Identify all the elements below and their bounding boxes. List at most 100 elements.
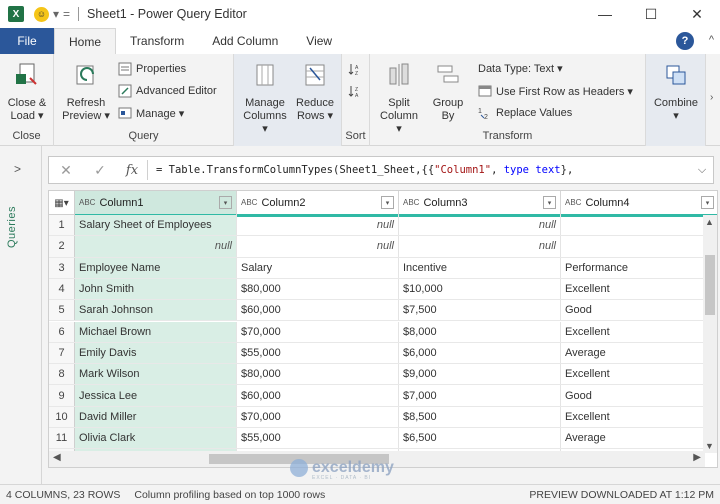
table-cell[interactable]: Excellent [561,407,717,427]
table-cell[interactable]: $60,000 [237,385,399,406]
split-column-button[interactable]: Split Column ▾ [376,60,422,136]
table-cell[interactable]: $6,500 [399,428,561,449]
vertical-scrollbar[interactable]: ▲ ▼ [703,215,717,453]
refresh-preview-button[interactable]: Refresh Preview ▾ [60,60,112,123]
advanced-editor-button[interactable]: Advanced Editor [118,84,217,98]
table-cell[interactable]: $6,000 [399,342,561,364]
filter-dropdown-icon[interactable]: ▾ [543,196,556,209]
table-cell[interactable]: Excellent [561,322,717,342]
vertical-scroll-thumb[interactable] [705,255,715,315]
table-cell[interactable]: $70,000 [237,321,399,342]
table-cell[interactable] [561,215,717,235]
tab-view[interactable]: View [292,28,346,54]
help-icon[interactable]: ? [676,32,694,50]
table-cell[interactable]: $8,000 [399,321,561,342]
reduce-rows-button[interactable]: Reduce Rows ▾ [292,60,338,123]
expand-queries-icon[interactable]: > [14,162,21,176]
table-cell[interactable]: null [399,215,561,236]
table-cell[interactable] [561,236,717,256]
table-cell[interactable]: $80,000 [237,278,399,300]
table-cell[interactable]: Excellent [561,279,717,299]
maximize-button[interactable]: ☐ [628,0,674,28]
minimize-button[interactable]: — [582,0,628,28]
smiley-feedback-icon[interactable]: ☺ [34,6,49,22]
combine-button[interactable]: Combine ▾ [650,60,702,123]
table-cell[interactable]: Emily Davis [75,342,237,364]
table-cell[interactable]: David Miller [75,406,237,427]
table-cell[interactable]: $10,000 [399,278,561,300]
table-cell[interactable]: Salary Sheet of Employees [75,215,237,236]
table-cell[interactable]: Good [561,385,717,405]
use-first-row-headers-button[interactable]: Use First Row as Headers ▾ [478,84,633,98]
table-cell[interactable]: $7,000 [399,385,561,406]
scroll-down-icon[interactable]: ▼ [705,441,714,451]
table-cell[interactable]: Incentive [399,257,561,278]
formula-input[interactable]: = Table.TransformColumnTypes(Sheet1_Shee… [148,164,691,176]
table-cell[interactable]: null [237,236,399,257]
text-type-icon[interactable]: ABC [79,199,95,207]
row-number[interactable]: 11 [49,428,75,449]
table-cell[interactable]: $80,000 [237,364,399,385]
customize-toolbar-icon[interactable]: = [63,7,70,21]
sort-descending-button[interactable]: ZA [348,84,362,98]
table-cell[interactable]: $60,000 [237,300,399,321]
manage-button[interactable]: Manage ▾ [118,106,184,120]
filter-dropdown-icon[interactable]: ▾ [701,196,714,209]
table-cell[interactable]: null [75,236,237,257]
column-header-1[interactable]: ABC Column1 ▾ [75,191,237,217]
properties-button[interactable]: Properties [118,62,186,76]
table-cell[interactable]: Performance [561,258,717,278]
row-number[interactable]: 4 [49,278,75,300]
text-type-icon[interactable]: ABC [403,199,419,207]
row-number[interactable]: 7 [49,342,75,364]
row-number[interactable]: 8 [49,364,75,385]
table-cell[interactable]: Employee Name [75,257,237,278]
table-cell[interactable]: Good [561,300,717,320]
scroll-left-icon[interactable]: ◀ [53,452,61,463]
table-cell[interactable]: Michael Brown [75,321,237,342]
tab-transform[interactable]: Transform [116,28,198,54]
column-header-3[interactable]: ABC Column3 ▾ [399,191,561,217]
table-cell[interactable]: Average [561,428,717,448]
table-cell[interactable]: Salary [237,257,399,278]
filter-dropdown-icon[interactable]: ▾ [381,196,394,209]
undo-dropdown-icon[interactable]: ▾ [53,7,59,21]
close-and-load-button[interactable]: Close & Load ▾ [4,60,50,123]
table-cell[interactable]: Olivia Clark [75,428,237,449]
fx-icon[interactable]: fx [117,163,147,178]
scroll-right-icon[interactable]: ▶ [693,452,701,463]
table-cell[interactable]: null [399,236,561,257]
text-type-icon[interactable]: ABC [241,199,257,207]
table-cell[interactable]: $7,500 [399,300,561,321]
table-cell[interactable]: $8,500 [399,406,561,427]
group-by-button[interactable]: Group By [428,60,468,123]
row-number[interactable]: 10 [49,406,75,427]
row-number[interactable]: 5 [49,300,75,321]
table-cell[interactable]: Excellent [561,364,717,384]
data-type-dropdown[interactable]: Data Type: Text ▾ [478,62,563,75]
column-header-2[interactable]: ABC Column2 ▾ [237,191,399,217]
row-number[interactable]: 2 [49,236,75,257]
table-cell[interactable]: $55,000 [237,428,399,449]
sort-ascending-button[interactable]: AZ [348,62,362,76]
ribbon-scroll-right-icon[interactable]: › [710,92,713,103]
table-cell[interactable]: null [237,215,399,236]
manage-columns-button[interactable]: Manage Columns ▾ [240,60,290,136]
collapse-ribbon-icon[interactable]: ^ [709,34,714,46]
tab-add-column[interactable]: Add Column [198,28,292,54]
commit-formula-icon[interactable]: ✓ [83,162,117,179]
table-menu-icon[interactable]: ▦▾ [49,191,75,215]
table-cell[interactable]: Average [561,343,717,363]
table-cell[interactable]: Sarah Johnson [75,300,237,321]
close-button[interactable]: ✕ [674,0,720,28]
table-cell[interactable]: $70,000 [237,406,399,427]
table-cell[interactable]: $55,000 [237,342,399,364]
table-cell[interactable]: $9,000 [399,364,561,385]
table-cell[interactable]: Jessica Lee [75,385,237,406]
tab-home[interactable]: Home [54,28,117,54]
cancel-formula-icon[interactable]: ✕ [49,162,83,179]
queries-pane-label[interactable]: Queries [6,206,18,248]
column-profiling-toggle[interactable]: Column profiling based on top 1000 rows [120,489,325,501]
row-number[interactable]: 6 [49,321,75,342]
row-number[interactable]: 3 [49,257,75,278]
